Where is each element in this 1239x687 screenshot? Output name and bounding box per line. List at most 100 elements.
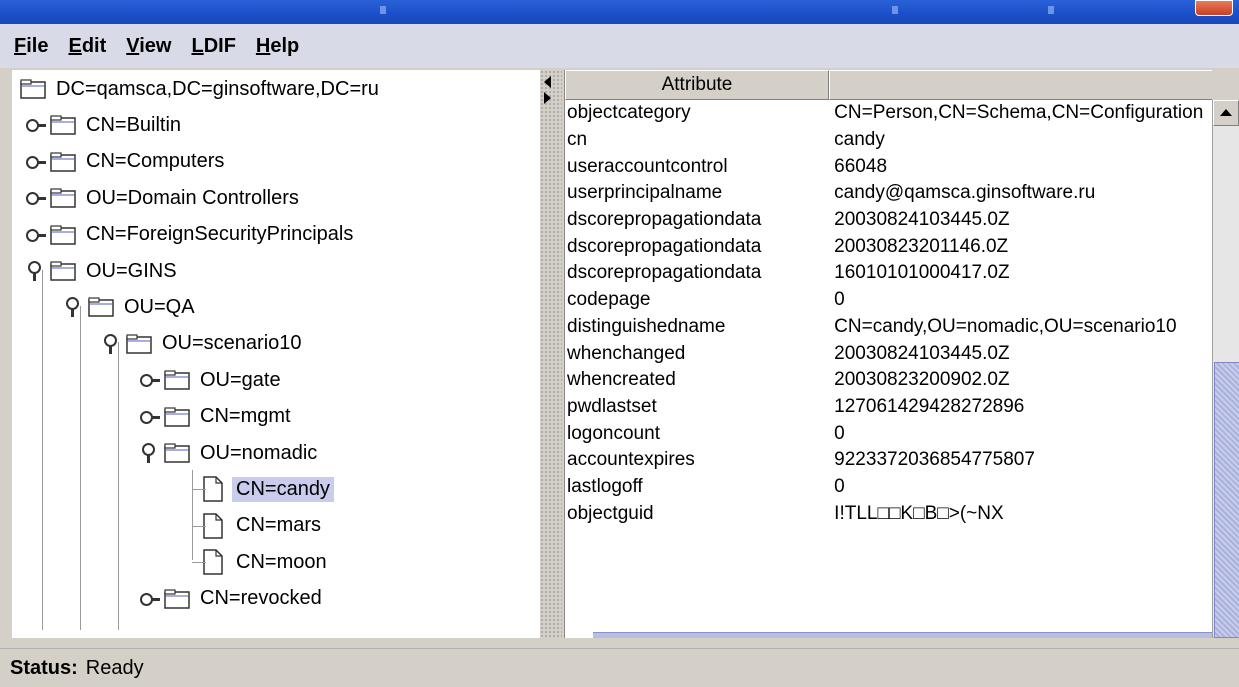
- attribute-name-cell: objectcategory: [567, 102, 691, 124]
- table-row[interactable]: dscorepropagationdata 16010101000417.0Z: [565, 260, 1213, 287]
- table-row[interactable]: codepage 0: [565, 287, 1213, 314]
- tree-node-label[interactable]: CN=moon: [232, 550, 331, 575]
- horizontal-scrollbar[interactable]: [593, 632, 1213, 638]
- table-row[interactable]: dscorepropagationdata 20030823201146.0Z: [565, 233, 1213, 260]
- attribute-value-cell: 16010101000417.0Z: [834, 262, 1010, 284]
- attribute-name-cell: objectguid: [567, 502, 654, 524]
- tree-node-label[interactable]: CN=Builtin: [82, 113, 185, 138]
- attribute-name-cell: whenchanged: [567, 342, 686, 364]
- table-row[interactable]: objectcategory CN=Person,CN=Schema,CN=Con…: [565, 100, 1213, 127]
- folder-icon: [164, 406, 190, 427]
- tree-node-label[interactable]: CN=revocked: [196, 586, 326, 611]
- folder-icon: [50, 115, 76, 136]
- tree-node[interactable]: CN=ForeignSecurityPrincipals: [24, 220, 357, 250]
- expand-handle-icon[interactable]: [24, 224, 46, 246]
- tree-node[interactable]: OU=Domain Controllers: [24, 183, 303, 213]
- tree-node-label[interactable]: OU=QA: [120, 295, 199, 320]
- tree-node-label[interactable]: OU=nomadic: [196, 441, 321, 466]
- menu-label-rest: iew: [139, 34, 172, 57]
- title-bar-decoration: [892, 6, 898, 14]
- tree-node[interactable]: OU=nomadic: [138, 438, 321, 468]
- tree-node-label[interactable]: CN=candy: [232, 476, 334, 502]
- attribute-name-cell: cn: [567, 129, 588, 151]
- tree-node-label[interactable]: OU=scenario10: [158, 331, 306, 356]
- tree-node-label[interactable]: OU=Domain Controllers: [82, 186, 303, 211]
- expand-handle-icon[interactable]: [24, 151, 46, 173]
- menu-help[interactable]: Help: [256, 35, 299, 58]
- table-row[interactable]: cn candy: [565, 127, 1213, 154]
- split-pane-divider[interactable]: [540, 70, 562, 638]
- status-label: Status:: [10, 656, 78, 679]
- tree-node-label[interactable]: CN=mgmt: [196, 404, 295, 429]
- folder-icon: [50, 188, 76, 208]
- menu-mnemonic: E: [68, 34, 82, 57]
- folder-icon: [126, 334, 152, 354]
- tree-node[interactable]: OU=QA: [62, 292, 199, 322]
- expand-handle-icon[interactable]: [24, 114, 46, 136]
- attribute-value-cell: 20030823200902.0Z: [834, 369, 1010, 391]
- expand-handle-icon[interactable]: [138, 406, 160, 428]
- folder-icon: [20, 79, 46, 99]
- tree-node[interactable]: CN=Computers: [24, 147, 228, 177]
- table-row[interactable]: useraccountcontrol 66048: [565, 153, 1213, 180]
- table-corner: [1212, 70, 1239, 100]
- attribute-name-cell: dscorepropagationdata: [567, 262, 762, 284]
- attribute-rows: badpasswordtime0objectcategoryCN=Person,…: [565, 86, 1213, 527]
- tree-node[interactable]: DC=qamsca,DC=ginsoftware,DC=ru: [16, 74, 383, 104]
- status-text: Ready: [85, 656, 144, 679]
- attribute-value-cell: 9223372036854775807: [834, 449, 1035, 471]
- directory-tree[interactable]: DC=qamsca,DC=ginsoftware,DC=ru CN=Builtin…: [12, 70, 540, 638]
- tree-connector-line: [192, 489, 206, 491]
- menu-view[interactable]: View: [126, 35, 171, 58]
- scroll-up-arrow-icon[interactable]: [1213, 100, 1239, 126]
- tree-node[interactable]: OU=gate: [138, 365, 285, 395]
- collapse-handle-icon[interactable]: [138, 442, 160, 464]
- menu-ldif[interactable]: LDIF: [191, 35, 235, 58]
- table-row[interactable]: pwdlastset 127061429428272896: [565, 394, 1213, 421]
- tree-connector-line: [192, 470, 193, 560]
- table-row[interactable]: userprincipalname candy@qamsca.ginsoftwar…: [565, 180, 1213, 207]
- tree-node[interactable]: OU=scenario10: [100, 329, 306, 359]
- attribute-name-cell: whencreated: [567, 369, 676, 391]
- column-header-value[interactable]: [829, 70, 1213, 100]
- tree-node-label[interactable]: CN=ForeignSecurityPrincipals: [82, 222, 357, 247]
- tree-node[interactable]: OU=GINS: [24, 256, 181, 286]
- expand-handle-icon[interactable]: [24, 187, 46, 209]
- tree-node-label[interactable]: OU=GINS: [82, 259, 181, 284]
- tree-node-label[interactable]: CN=Computers: [82, 149, 228, 174]
- table-row[interactable]: objectguid I!TLL□□K□B□>(~NX: [565, 500, 1213, 527]
- close-window-button[interactable]: [1195, 0, 1233, 16]
- expand-handle-icon[interactable]: [138, 369, 160, 391]
- menu-file[interactable]: File: [14, 35, 48, 58]
- table-row[interactable]: dscorepropagationdata 20030824103445.0Z: [565, 207, 1213, 234]
- collapse-right-arrow-icon[interactable]: [544, 92, 551, 104]
- expand-handle-icon[interactable]: [138, 588, 160, 610]
- tree-connector-line: [192, 562, 206, 564]
- tree-node-label[interactable]: OU=gate: [196, 368, 285, 393]
- collapse-left-arrow-icon[interactable]: [544, 76, 551, 88]
- vertical-scrollbar[interactable]: [1212, 100, 1239, 638]
- scroll-thumb[interactable]: [1214, 362, 1239, 638]
- folder-icon: [164, 370, 190, 390]
- table-row[interactable]: whencreated 20030823200902.0Z: [565, 367, 1213, 394]
- table-row[interactable]: accountexpires 9223372036854775807: [565, 447, 1213, 474]
- tree-node-label[interactable]: CN=mars: [232, 513, 325, 538]
- tree-node[interactable]: CN=mars: [198, 511, 325, 541]
- tree-node[interactable]: CN=moon: [198, 547, 331, 577]
- attribute-name-cell: userprincipalname: [567, 182, 723, 204]
- table-row[interactable]: distinguishedname CN=candy,OU=nomadic,OU=…: [565, 314, 1213, 341]
- tree-node[interactable]: CN=Builtin: [24, 110, 185, 140]
- attribute-name-cell: accountexpires: [567, 449, 695, 471]
- tree-node[interactable]: CN=candy: [198, 474, 334, 504]
- table-row[interactable]: whenchanged 20030824103445.0Z: [565, 340, 1213, 367]
- tree-node[interactable]: CN=mgmt: [138, 402, 295, 432]
- scroll-track[interactable]: [1213, 126, 1239, 638]
- tree-node-label[interactable]: DC=qamsca,DC=ginsoftware,DC=ru: [52, 77, 383, 102]
- table-row[interactable]: lastlogoff 0: [565, 474, 1213, 501]
- table-row[interactable]: logoncount 0: [565, 420, 1213, 447]
- attribute-value-cell: 0: [834, 422, 845, 444]
- attribute-value-cell: 127061429428272896: [834, 395, 1025, 417]
- menu-edit[interactable]: Edit: [68, 35, 106, 58]
- tree-node[interactable]: CN=revocked: [138, 584, 326, 614]
- column-header-attribute[interactable]: Attribute: [565, 70, 829, 100]
